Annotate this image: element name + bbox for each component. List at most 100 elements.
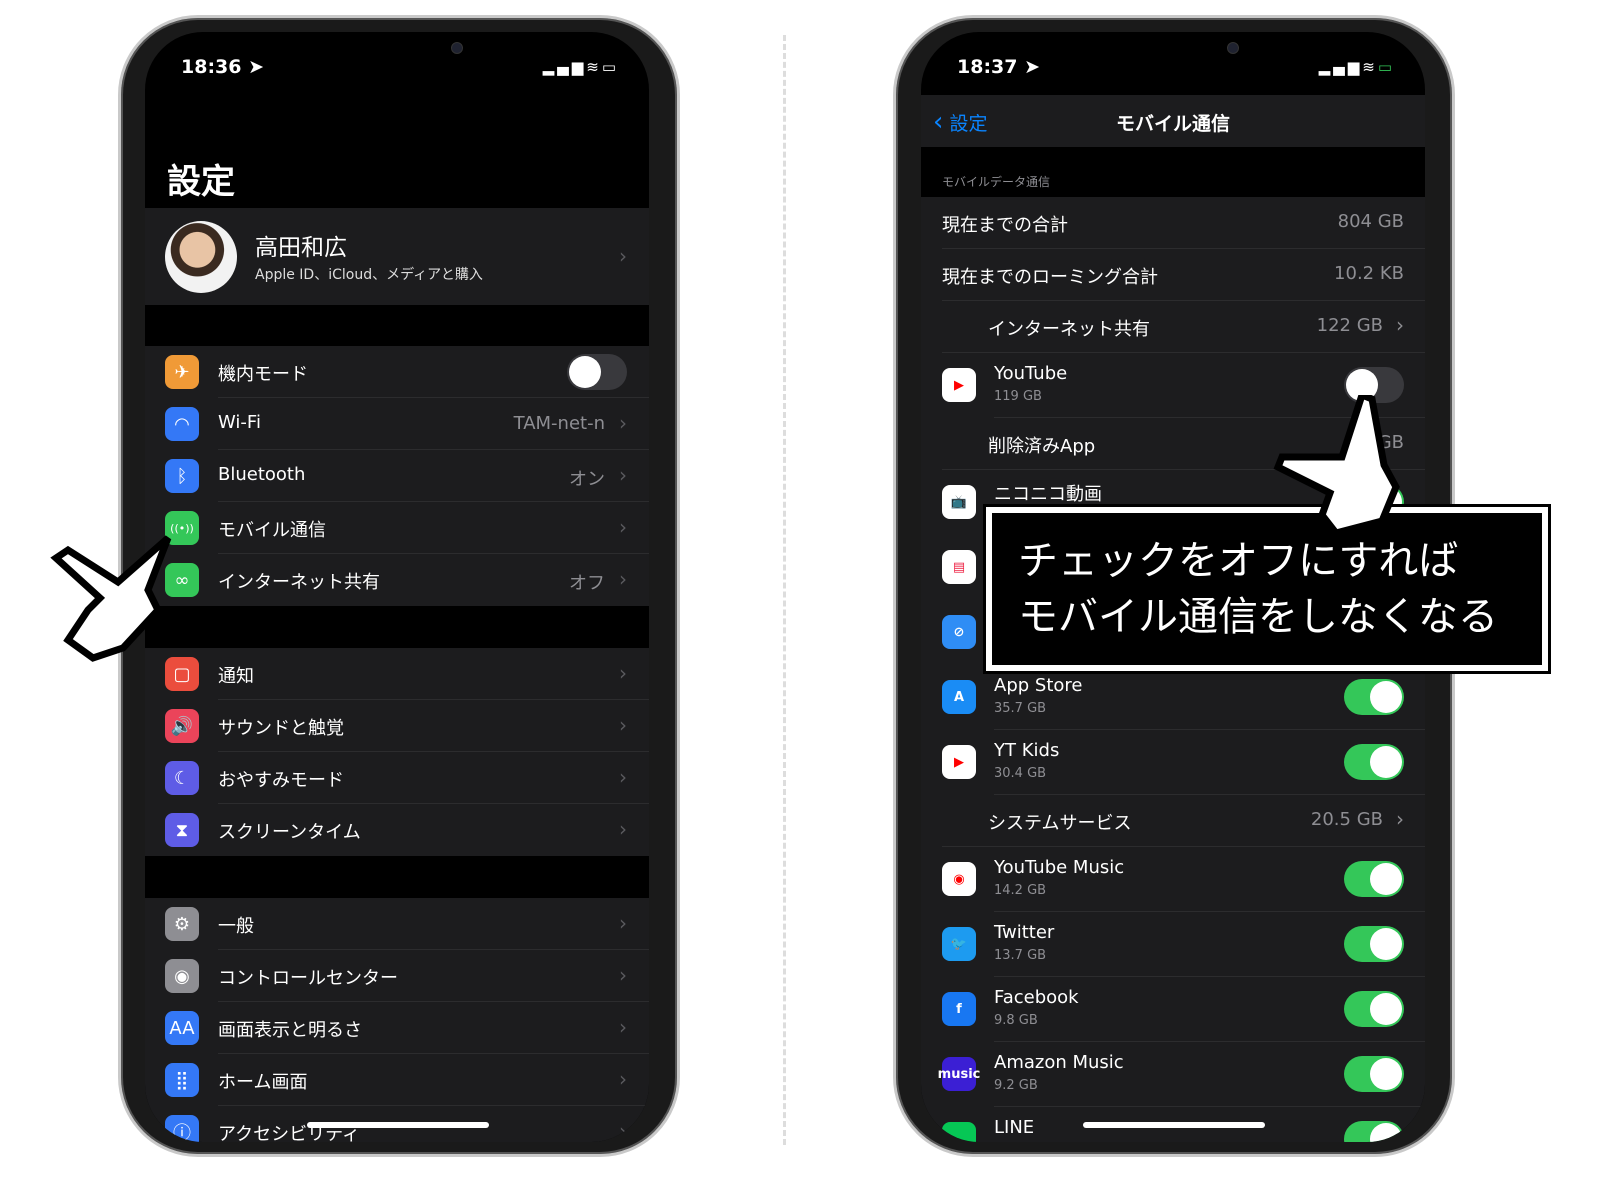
chevron-right-icon: › (619, 567, 627, 591)
moon-icon: ☾ (165, 761, 199, 795)
chevron-right-icon: › (1396, 807, 1404, 831)
app-usage: 13.7 GB (994, 948, 1047, 963)
airplane-mode-toggle[interactable] (567, 354, 627, 390)
chevron-right-icon: › (619, 911, 627, 935)
row-label: Bluetooth (218, 464, 306, 485)
cellular-toggle[interactable] (1344, 1056, 1404, 1092)
app-store-icon: A (942, 680, 976, 714)
camera-icon (451, 42, 463, 54)
app-name: Facebook (994, 987, 1079, 1008)
status-time: 18:37 ➤ (957, 56, 1040, 78)
amazon-music-icon: music (938, 1057, 980, 1091)
youtube-music-icon: ◉ (942, 862, 976, 896)
settings-row[interactable]: ∞ インターネット共有 オフ › (145, 554, 649, 606)
home-indicator (307, 1122, 489, 1128)
app-usage: 14.2 GB (994, 883, 1047, 898)
app-name: LINE (994, 1117, 1035, 1138)
callout-line-1: チェックをオフにすれば (1018, 538, 1459, 584)
grid-icon: ⣿ (165, 1063, 199, 1097)
toggle-knob (1370, 993, 1402, 1025)
app-usage: 30.4 GB (994, 766, 1047, 781)
row-label: 削除済みApp (988, 436, 1096, 457)
data-row[interactable]: システムサービス 20.5 GB › (921, 795, 1425, 847)
app-name: App Store (994, 675, 1083, 696)
callout-line-2: モバイル通信をしなくなる (1018, 594, 1498, 640)
row-label: スクリーンタイム (218, 822, 361, 843)
dashed-divider (783, 35, 786, 1145)
settings-row[interactable]: ✈ 機内モード (145, 346, 649, 398)
app-name: YouTube Music (994, 857, 1125, 878)
toggle-knob (1370, 1058, 1402, 1090)
cellular-toggle[interactable] (1344, 991, 1404, 1027)
cellular-toggle[interactable] (1344, 679, 1404, 715)
row-label: コントロールセンター (218, 968, 398, 989)
nav-title: モバイル通信 (1115, 113, 1230, 135)
row-label: 一般 (218, 916, 254, 937)
chevron-right-icon: › (619, 1119, 627, 1142)
settings-row[interactable]: 🔊 サウンドと触覚 › (145, 700, 649, 752)
toggle-knob (1370, 746, 1402, 778)
data-row: 現在までの合計 804 GB (921, 197, 1425, 249)
settings-row[interactable]: ◉ コントロールセンター › (145, 950, 649, 1002)
settings-row[interactable]: AA 画面表示と明るさ › (145, 1002, 649, 1054)
settings-row[interactable]: ◠ Wi-Fi TAM-net-n › (145, 398, 649, 450)
chevron-right-icon: › (619, 765, 627, 789)
row-label: ホーム画面 (218, 1072, 308, 1093)
chevron-right-icon: › (619, 411, 627, 435)
toggle-knob (569, 356, 601, 388)
wifi-status-icon: ≋ (1362, 58, 1378, 76)
app-row[interactable]: ◉ YouTube Music 14.2 GB (921, 847, 1425, 912)
niconico-icon: 📺 (942, 485, 976, 519)
twitter-icon: 🐦 (942, 927, 976, 961)
cellular-toggle[interactable] (1344, 861, 1404, 897)
settings-row[interactable]: ▢ 通知 › (145, 648, 649, 700)
settings-group: ⚙ 一般 › ◉ コントロールセンター › AA 画面表示と明るさ › ⣿ ホーム画面 › ⓘ アクセシビ… (145, 898, 649, 1142)
settings-row[interactable]: ⧗ スクリーンタイム › (145, 804, 649, 856)
gear-icon: ⚙ (165, 907, 199, 941)
row-value: TAM-net-n (513, 413, 605, 434)
battery-icon: ▭ (601, 58, 619, 76)
settings-row[interactable]: ☾ おやすみモード › (145, 752, 649, 804)
row-value: オフ (569, 573, 605, 594)
app-row[interactable]: 🐦 Twitter 13.7 GB (921, 912, 1425, 977)
row-label: 通知 (218, 666, 254, 687)
toggle-knob (1370, 928, 1402, 960)
row-value: オン (569, 469, 605, 490)
camera-icon (1227, 42, 1239, 54)
app-row[interactable]: music Amazon Music 9.2 GB (921, 1042, 1425, 1107)
row-label: おやすみモード (218, 770, 344, 791)
bluetooth-icon: ᛒ (165, 459, 199, 493)
toggle-knob (1370, 1123, 1402, 1142)
data-row[interactable]: インターネット共有 122 GB › (921, 301, 1425, 353)
app-row[interactable]: f Facebook 9.8 GB (921, 977, 1425, 1042)
row-label: インターネット共有 (218, 572, 380, 593)
status-icons: ▂▄▆≋▭ (543, 58, 619, 76)
cellular-toggle[interactable] (1344, 744, 1404, 780)
app-row[interactable]: A App Store 35.7 GB (921, 665, 1425, 730)
data-row: 現在までのローミング合計 10.2 KB (921, 249, 1425, 301)
hourglass-icon: ⧗ (165, 813, 199, 847)
row-label: Wi-Fi (218, 412, 261, 433)
row-value: 122 GB (1316, 315, 1383, 336)
app-usage: 9.2 GB (994, 1078, 1038, 1093)
row-label: 機内モード (218, 364, 308, 385)
chevron-right-icon: › (619, 713, 627, 737)
switches-icon: ◉ (165, 959, 199, 993)
chevron-right-icon: › (619, 817, 627, 841)
notch (255, 32, 539, 78)
row-value: 10.2 KB (1334, 263, 1404, 284)
signal-icon: ▂▄▆ (542, 58, 587, 76)
line-icon (942, 1122, 976, 1142)
settings-row[interactable]: ᛒ Bluetooth オン › (145, 450, 649, 502)
settings-row[interactable]: ((•)) モバイル通信 › (145, 502, 649, 554)
row-label: システムサービス (988, 813, 1132, 834)
app-row[interactable]: ▶ YT Kids 30.4 GB (921, 730, 1425, 795)
profile-row[interactable]: 高田和広 Apple ID、iCloud、メディアと購入 › (145, 208, 649, 305)
settings-row[interactable]: ⚙ 一般 › (145, 898, 649, 950)
row-label: 現在までのローミング合計 (942, 267, 1158, 288)
cellular-toggle[interactable] (1344, 1121, 1404, 1142)
cellular-toggle[interactable] (1344, 926, 1404, 962)
settings-row[interactable]: ⣿ ホーム画面 › (145, 1054, 649, 1106)
app-usage: 35.7 GB (994, 701, 1047, 716)
airplane-icon: ✈ (165, 355, 199, 389)
